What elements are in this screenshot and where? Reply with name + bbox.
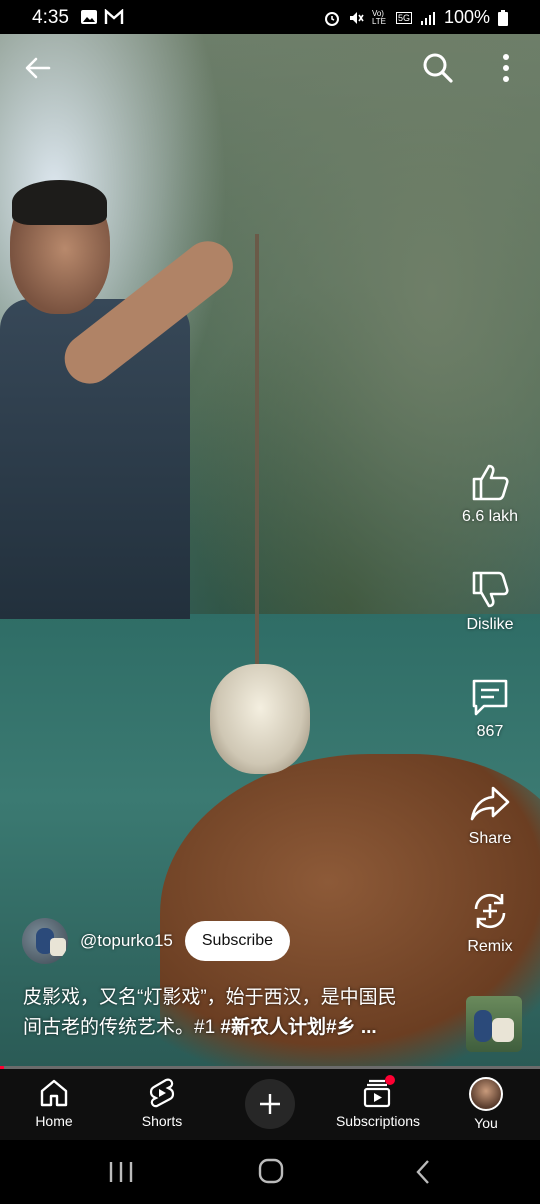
comments-button[interactable]: 867 (440, 677, 540, 741)
search-button[interactable] (418, 48, 458, 88)
back-button[interactable] (18, 48, 58, 88)
home-icon (40, 1079, 68, 1107)
remix-button[interactable]: Remix (440, 890, 540, 956)
caption-line1: 皮影戏，又名“灯影戏”，始于西汉，是中国民 (23, 987, 397, 1008)
like-count: 6.6 lakh (461, 508, 519, 525)
nav-home[interactable]: Home (4, 1077, 104, 1129)
home-circle-icon[interactable] (258, 1158, 284, 1184)
nav-shorts[interactable]: Shorts (112, 1077, 212, 1129)
signal-icon (420, 11, 435, 25)
arrow-left-icon (25, 57, 51, 79)
nav-subscriptions-label: Subscriptions (335, 1113, 421, 1129)
status-bar: 4:35 Vo) LTE 5G 100% (0, 0, 540, 34)
status-left-icons (80, 9, 124, 25)
bottom-nav: Home Shorts Subscriptions You (0, 1069, 540, 1140)
lte-label: Vo) LTE (371, 8, 387, 26)
share-button[interactable]: Share (440, 784, 540, 848)
video-person (0, 180, 243, 634)
notification-dot (385, 1075, 395, 1085)
nav-shorts-label: Shorts (141, 1113, 183, 1129)
video-rope (255, 234, 259, 674)
battery-percent: 100% (443, 7, 490, 27)
gallery-icon (81, 10, 97, 24)
nav-you[interactable]: You (436, 1077, 536, 1131)
nav-home-label: Home (35, 1113, 73, 1129)
dislike-button[interactable]: Dislike (440, 570, 540, 634)
create-button[interactable] (245, 1079, 295, 1129)
shorts-icon (149, 1078, 175, 1108)
comment-count: 867 (476, 723, 504, 740)
like-button[interactable]: 6.6 lakh (440, 462, 540, 526)
caption-hashtags[interactable]: #新农人计划#乡 ... (220, 1017, 376, 1038)
video-caption[interactable]: 皮影戏，又名“灯影戏”，始于西汉，是中国民 间古老的传统艺术。#1 #新农人计划… (23, 983, 453, 1043)
more-options-button[interactable] (486, 48, 526, 88)
share-label: Share (468, 830, 512, 847)
thumbs-down-icon (472, 571, 509, 608)
video-animal-head (210, 664, 310, 774)
chevron-left-icon[interactable] (414, 1158, 432, 1186)
thumbs-up-icon (472, 464, 509, 501)
alarm-icon (324, 11, 339, 26)
comment-icon (472, 679, 508, 716)
remix-label: Remix (467, 938, 513, 955)
remix-icon (474, 893, 506, 929)
battery-icon (498, 9, 508, 26)
share-icon (470, 786, 510, 821)
system-nav-bar (0, 1140, 540, 1204)
caption-line2: 间古老的传统艺术。#1 (23, 1017, 221, 1038)
channel-avatar[interactable] (22, 918, 68, 964)
profile-avatar (469, 1077, 503, 1111)
recents-icon[interactable] (108, 1160, 134, 1184)
mute-icon (349, 11, 364, 24)
dislike-label: Dislike (466, 616, 514, 633)
gmail-icon (104, 9, 124, 24)
search-icon (423, 53, 453, 83)
channel-handle[interactable]: @topurko15 (80, 931, 173, 951)
plus-icon (260, 1094, 280, 1114)
status-time: 4:35 (32, 7, 69, 28)
network-label: 5G (395, 11, 412, 24)
more-vertical-icon (503, 54, 509, 82)
subscribe-button[interactable]: Subscribe (184, 921, 291, 961)
nav-subscriptions[interactable]: Subscriptions (328, 1075, 428, 1129)
sound-thumbnail[interactable] (466, 996, 522, 1052)
status-right-icons: Vo) LTE 5G 100% (324, 7, 508, 28)
nav-you-label: You (474, 1115, 498, 1131)
channel-row: @topurko15 Subscribe (22, 918, 291, 964)
